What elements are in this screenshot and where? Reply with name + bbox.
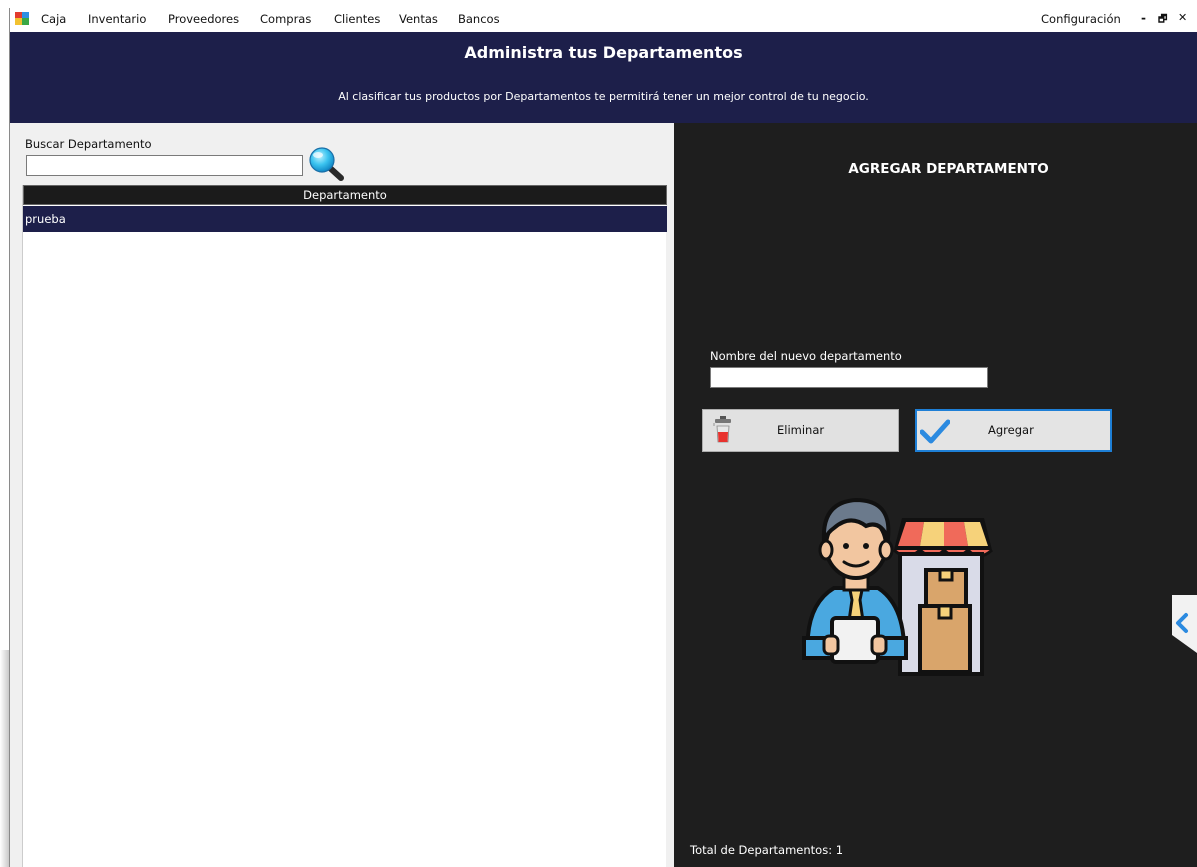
add-button-label: Agregar: [988, 423, 1034, 437]
total-departments: Total de Departamentos: 1: [690, 843, 843, 857]
menu-item-compras[interactable]: Compras: [260, 12, 311, 26]
minimize-button[interactable]: -: [1141, 11, 1146, 25]
magnifier-icon[interactable]: [308, 147, 344, 181]
table-row[interactable]: prueba: [23, 206, 667, 232]
page-title: Administra tus Departamentos: [464, 43, 743, 62]
menu-item-clientes[interactable]: Clientes: [334, 12, 380, 26]
add-button[interactable]: Agregar: [915, 409, 1112, 452]
menu-item-caja[interactable]: Caja: [41, 12, 66, 26]
page-header: Administra tus Departamentos Al clasific…: [10, 32, 1197, 123]
chevron-left-icon[interactable]: [1170, 595, 1197, 653]
section-title: AGREGAR DEPARTAMENTO: [848, 161, 1049, 177]
name-field-label: Nombre del nuevo departamento: [710, 349, 902, 363]
close-button[interactable]: ✕: [1178, 11, 1187, 24]
add-department-pane: AGREGAR DEPARTAMENTO Nombre del nuevo de…: [674, 123, 1197, 867]
trash-can-icon: [713, 416, 731, 443]
department-list-pane: Buscar Departamento Departamento prueba: [10, 123, 674, 867]
search-input[interactable]: [26, 155, 303, 176]
column-header-departamento[interactable]: Departamento: [23, 185, 667, 205]
window-shadow: [0, 650, 9, 867]
delete-button-label: Eliminar: [777, 423, 825, 437]
page-subtitle: Al clasificar tus productos por Departam…: [338, 90, 869, 103]
menu-item-configuracion[interactable]: Configuración: [1041, 12, 1121, 26]
menu-bar: Caja Inventario Proveedores Compras Clie…: [10, 8, 1197, 32]
menu-item-ventas[interactable]: Ventas: [399, 12, 438, 26]
search-label: Buscar Departamento: [25, 137, 152, 151]
shopkeeper-illustration: [802, 497, 994, 676]
app-icon: [15, 12, 29, 25]
checkmark-icon: [920, 419, 950, 444]
department-name-input[interactable]: [710, 367, 988, 388]
menu-item-inventario[interactable]: Inventario: [88, 12, 146, 26]
total-count: 1: [835, 843, 844, 857]
delete-button[interactable]: Eliminar: [702, 409, 899, 452]
total-label: Total de Departamentos:: [690, 843, 833, 857]
menu-item-proveedores[interactable]: Proveedores: [168, 12, 239, 26]
departments-table: Departamento prueba: [22, 185, 667, 867]
restore-button[interactable]: 🗗: [1158, 12, 1167, 29]
menu-item-bancos[interactable]: Bancos: [458, 12, 500, 26]
